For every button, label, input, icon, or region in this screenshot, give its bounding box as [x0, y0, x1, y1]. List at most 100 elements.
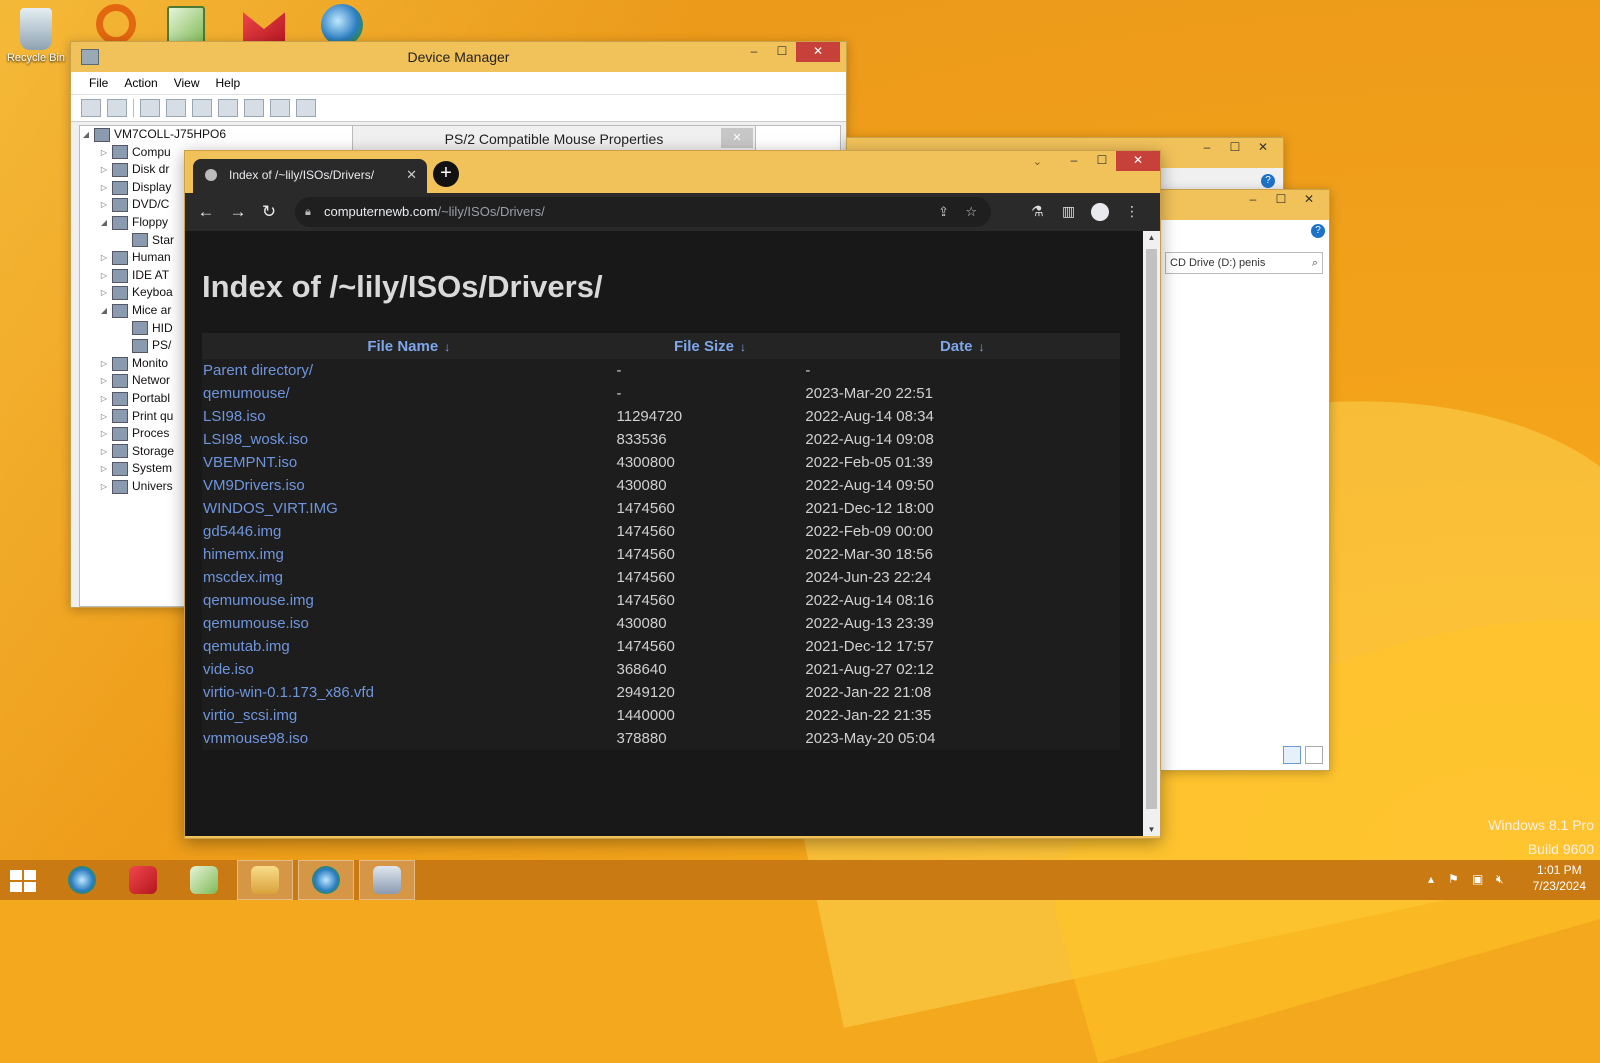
close-button[interactable]: ✕	[1116, 151, 1160, 171]
browser-tab[interactable]: Index of /~lily/ISOs/Drivers/ ✕	[193, 159, 427, 193]
show-hide-tree-icon[interactable]	[140, 99, 160, 117]
file-name-link[interactable]: qemumouse.img	[202, 589, 616, 612]
file-name-link[interactable]: mscdex.img	[202, 566, 616, 589]
close-button[interactable]: ✕	[1295, 190, 1323, 210]
expand-arrow-icon[interactable]: ▷	[98, 408, 110, 426]
device-manager-titlebar[interactable]: Device Manager – ☐ ✕	[71, 42, 846, 72]
col-file-size[interactable]: File Size ↓	[615, 333, 805, 359]
start-button[interactable]	[10, 870, 38, 892]
explorer-search-input[interactable]: CD Drive (D:) penis ⌕	[1165, 252, 1323, 274]
back-icon[interactable]: ←	[195, 202, 217, 222]
ps2-mouse-properties-dialog[interactable]: PS/2 Compatible Mouse Properties ✕	[352, 125, 756, 153]
page-scrollbar[interactable]: ▲ ▼	[1143, 231, 1160, 836]
help-icon[interactable]	[192, 99, 212, 117]
close-button[interactable]: ✕	[796, 42, 840, 62]
explorer-titlebar[interactable]: – ☐ ✕	[1161, 190, 1329, 220]
collapse-arrow-icon[interactable]: ◢	[98, 214, 110, 232]
file-name-link[interactable]: WINDOS_VIRT.IMG	[202, 497, 616, 520]
file-name-link[interactable]: vide.iso	[202, 658, 616, 681]
expand-arrow-icon[interactable]: ▷	[98, 144, 110, 162]
forward-icon[interactable]: →	[227, 202, 249, 222]
recycle-bin-icon[interactable]: Recycle Bin	[6, 8, 66, 64]
file-name-link[interactable]: vmmouse98.iso	[202, 727, 616, 750]
expand-arrow-icon[interactable]: ▷	[98, 372, 110, 390]
taskbar-winrar-icon[interactable]	[115, 860, 171, 900]
share-icon[interactable]: ⇪	[938, 197, 949, 227]
maximize-button[interactable]: ☐	[768, 42, 796, 62]
clock[interactable]: 1:01 PM 7/23/2024	[1533, 862, 1586, 894]
expand-arrow-icon[interactable]: ▷	[98, 179, 110, 197]
file-name-link[interactable]: virtio-win-0.1.173_x86.vfd	[202, 681, 616, 704]
expand-arrow-icon[interactable]: ▷	[98, 425, 110, 443]
expand-arrow-icon[interactable]: ▷	[98, 460, 110, 478]
large-icons-view-icon[interactable]	[1305, 746, 1323, 764]
expand-arrow-icon[interactable]: ▷	[98, 443, 110, 461]
expand-arrow-icon[interactable]: ▷	[98, 196, 110, 214]
uninstall-device-icon[interactable]	[296, 99, 316, 117]
file-name-link[interactable]: LSI98_wosk.iso	[202, 428, 616, 451]
scrollbar-thumb[interactable]	[1146, 249, 1157, 809]
extension-lab-icon[interactable]: ⚗	[1031, 203, 1044, 220]
file-name-link[interactable]: VM9Drivers.iso	[202, 474, 616, 497]
help-icon[interactable]: ?	[1311, 224, 1325, 238]
ps2-dialog-close-button[interactable]: ✕	[721, 128, 753, 148]
file-name-link[interactable]: VBEMPNT.iso	[202, 451, 616, 474]
tab-search-icon[interactable]: ⌄	[1033, 155, 1042, 168]
search-icon[interactable]: ⌕	[1312, 253, 1318, 273]
file-name-link[interactable]: LSI98.iso	[202, 405, 616, 428]
taskbar-device-manager-icon[interactable]	[359, 860, 415, 900]
close-button[interactable]: ✕	[1249, 138, 1277, 158]
expand-arrow-icon[interactable]: ▷	[98, 390, 110, 408]
new-tab-button[interactable]: +	[433, 161, 459, 187]
address-bar[interactable]: 🔒︎ computernewb.com/~lily/ISOs/Drivers/ …	[295, 197, 991, 227]
network-icon[interactable]: ▣	[1472, 872, 1483, 886]
file-name-link[interactable]: Parent directory/	[202, 359, 616, 382]
col-file-name[interactable]: File Name ↓	[202, 333, 616, 359]
profile-avatar-icon[interactable]	[1091, 203, 1109, 221]
maximize-button[interactable]: ☐	[1267, 190, 1295, 210]
minimize-button[interactable]: –	[1239, 190, 1267, 210]
file-name-link[interactable]: qemumouse/	[202, 382, 616, 405]
menu-help[interactable]: Help	[208, 72, 249, 94]
expand-arrow-icon[interactable]: ▷	[98, 284, 110, 302]
taskbar-chrome-active-icon[interactable]	[298, 860, 354, 900]
maximize-button[interactable]: ☐	[1221, 138, 1249, 158]
taskbar-file-explorer-icon[interactable]	[237, 860, 293, 900]
kebab-menu-icon[interactable]: ⋮	[1125, 203, 1139, 220]
expand-arrow-icon[interactable]: ▷	[98, 161, 110, 179]
taskbar-notepad-plus-icon[interactable]	[176, 860, 232, 900]
bookmark-star-icon[interactable]: ☆	[965, 197, 977, 227]
minimize-button[interactable]: –	[1193, 138, 1221, 158]
scroll-up-icon[interactable]: ▲	[1143, 233, 1160, 242]
file-name-link[interactable]: himemx.img	[202, 543, 616, 566]
lock-icon[interactable]: 🔒︎	[305, 197, 311, 227]
menu-action[interactable]: Action	[116, 72, 165, 94]
scroll-down-icon[interactable]: ▼	[1143, 825, 1160, 834]
properties-icon[interactable]	[166, 99, 186, 117]
close-tab-icon[interactable]: ✕	[406, 159, 417, 191]
side-panel-icon[interactable]: ▥	[1062, 203, 1075, 220]
expand-arrow-icon[interactable]: ▷	[98, 478, 110, 496]
details-view-icon[interactable]	[1283, 746, 1301, 764]
show-hidden-icons-icon[interactable]: ▴	[1428, 872, 1434, 886]
forward-arrow-icon[interactable]	[107, 99, 127, 117]
minimize-button[interactable]: –	[1060, 151, 1088, 171]
action-center-flag-icon[interactable]: ⚑	[1448, 872, 1459, 886]
expand-arrow-icon[interactable]: ▷	[98, 267, 110, 285]
expand-arrow-icon[interactable]: ▷	[98, 249, 110, 267]
file-name-link[interactable]: virtio_scsi.img	[202, 704, 616, 727]
file-name-link[interactable]: gd5446.img	[202, 520, 616, 543]
app-ring-icon[interactable]	[86, 4, 146, 46]
file-name-link[interactable]: qemutab.img	[202, 635, 616, 658]
menu-view[interactable]: View	[166, 72, 208, 94]
volume-muted-icon[interactable]: 🔇︎	[1496, 872, 1504, 887]
expand-arrow-icon[interactable]: ▷	[98, 355, 110, 373]
back-arrow-icon[interactable]	[81, 99, 101, 117]
scan-hardware-icon[interactable]	[244, 99, 264, 117]
file-name-link[interactable]: qemumouse.iso	[202, 612, 616, 635]
menu-file[interactable]: File	[81, 72, 116, 94]
maximize-button[interactable]: ☐	[1088, 151, 1116, 171]
collapse-arrow-icon[interactable]: ◢	[98, 302, 110, 320]
update-driver-icon[interactable]	[270, 99, 290, 117]
help-icon[interactable]: ?	[1261, 174, 1275, 188]
